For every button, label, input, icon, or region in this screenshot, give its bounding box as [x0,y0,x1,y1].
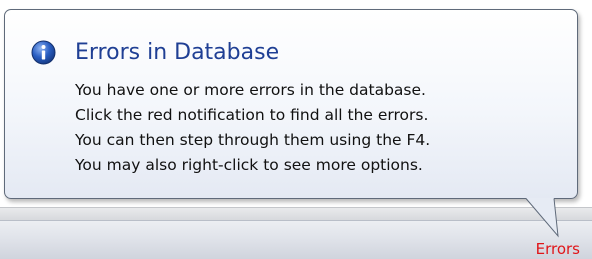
balloon-message: You have one or more errors in the datab… [75,78,430,178]
balloon-title: Errors in Database [75,40,280,65]
message-line: You have one or more errors in the datab… [75,81,426,99]
window-edge [0,207,592,220]
info-icon [31,40,56,65]
screen: Errors Errors in Database You have one o… [0,0,592,259]
balloon-pointer [508,198,559,238]
errors-notification[interactable]: Errors [536,240,580,258]
notification-balloon[interactable]: Errors in Database You have one or more … [4,9,578,199]
message-line: Click the red notification to find all t… [75,106,429,124]
status-bar: Errors [0,220,592,259]
message-line: You can then step through them using the… [75,131,431,149]
message-line: You may also right-click to see more opt… [75,156,423,174]
